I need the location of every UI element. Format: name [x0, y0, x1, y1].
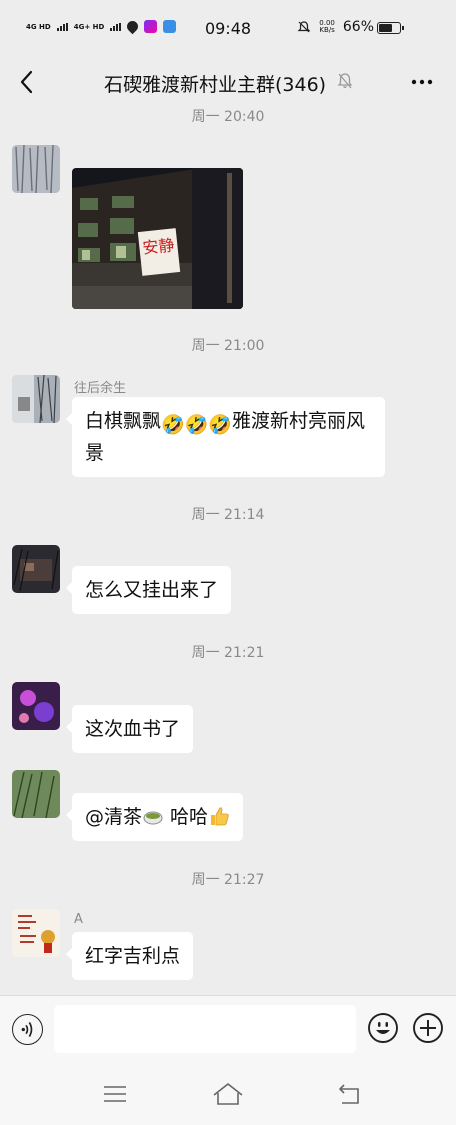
input-bar [0, 995, 456, 1061]
message-text: 这次血书了 [85, 718, 181, 740]
message-input[interactable] [54, 1005, 356, 1053]
mute-bell-icon [337, 73, 353, 89]
message-bubble[interactable]: 白棋飘飘🤣🤣🤣雅渡新村亮丽风景 [66, 397, 385, 477]
back-arrow-icon[interactable] [14, 68, 42, 96]
avatar[interactable] [12, 375, 60, 423]
image-message[interactable]: 安静 [72, 168, 243, 309]
mention[interactable]: @清茶 [85, 806, 142, 828]
message-bubble[interactable]: 这次血书了 [65, 705, 194, 753]
more-icon[interactable] [408, 68, 436, 96]
back-icon[interactable] [334, 1081, 364, 1107]
tea-emoji-icon [143, 811, 163, 825]
avatar[interactable] [12, 770, 60, 818]
network-speed-unit: KB/s [319, 26, 335, 34]
banner-text: 安静 [142, 235, 176, 257]
message-timestamp: 周一 21:21 [191, 645, 265, 661]
laughing-crying-emoji-icon: 🤣 [161, 414, 185, 436]
sender-name: A [74, 912, 83, 927]
message-timestamp: 周一 21:14 [191, 507, 265, 523]
message-timestamp: 周一 21:27 [191, 872, 265, 888]
laughing-crying-emoji-icon: 🤣 [208, 414, 233, 436]
message-text: 哈哈 [164, 806, 209, 828]
message-timestamp: 周一 21:00 [191, 338, 265, 354]
voice-icon[interactable] [12, 1014, 43, 1045]
plus-icon[interactable] [412, 1012, 444, 1044]
message-text: 白棋飘飘 [85, 410, 162, 432]
message-bubble[interactable]: 红字吉利点 [65, 932, 194, 980]
sender-name: 往后余生 [74, 381, 127, 396]
battery-level [379, 24, 392, 32]
laughing-crying-emoji-icon: 🤣 [184, 414, 209, 436]
message-text: 怎么又挂出来了 [85, 579, 219, 601]
message-bubble[interactable]: @清茶 哈哈 [65, 793, 244, 841]
system-nav-bar [0, 1061, 456, 1125]
battery-icon [377, 22, 404, 34]
emoji-icon[interactable] [367, 1012, 399, 1044]
home-icon[interactable] [212, 1081, 244, 1107]
menu-icon[interactable] [100, 1081, 130, 1107]
network-speed: 0.00 KB/s [319, 20, 335, 34]
avatar[interactable] [12, 145, 60, 193]
avatar[interactable] [12, 545, 60, 593]
chat-header: 石碶雅渡新村业主群(346) [0, 58, 456, 106]
message-timestamp: 周一 20:40 [191, 109, 265, 125]
avatar[interactable] [12, 909, 60, 957]
message-text: 红字吉利点 [85, 945, 181, 967]
thumbs-up-emoji-icon [211, 807, 229, 826]
message-bubble[interactable]: 怎么又挂出来了 [65, 566, 232, 614]
chat-title: 石碶雅渡新村业主群(346) [104, 74, 327, 96]
battery-percent: 66% [342, 19, 374, 35]
status-bar: 4G HD 4G+ HD 09:48 0.00 KB/s 66% [0, 0, 456, 58]
mute-status-icon [297, 21, 311, 33]
avatar[interactable] [12, 682, 60, 730]
